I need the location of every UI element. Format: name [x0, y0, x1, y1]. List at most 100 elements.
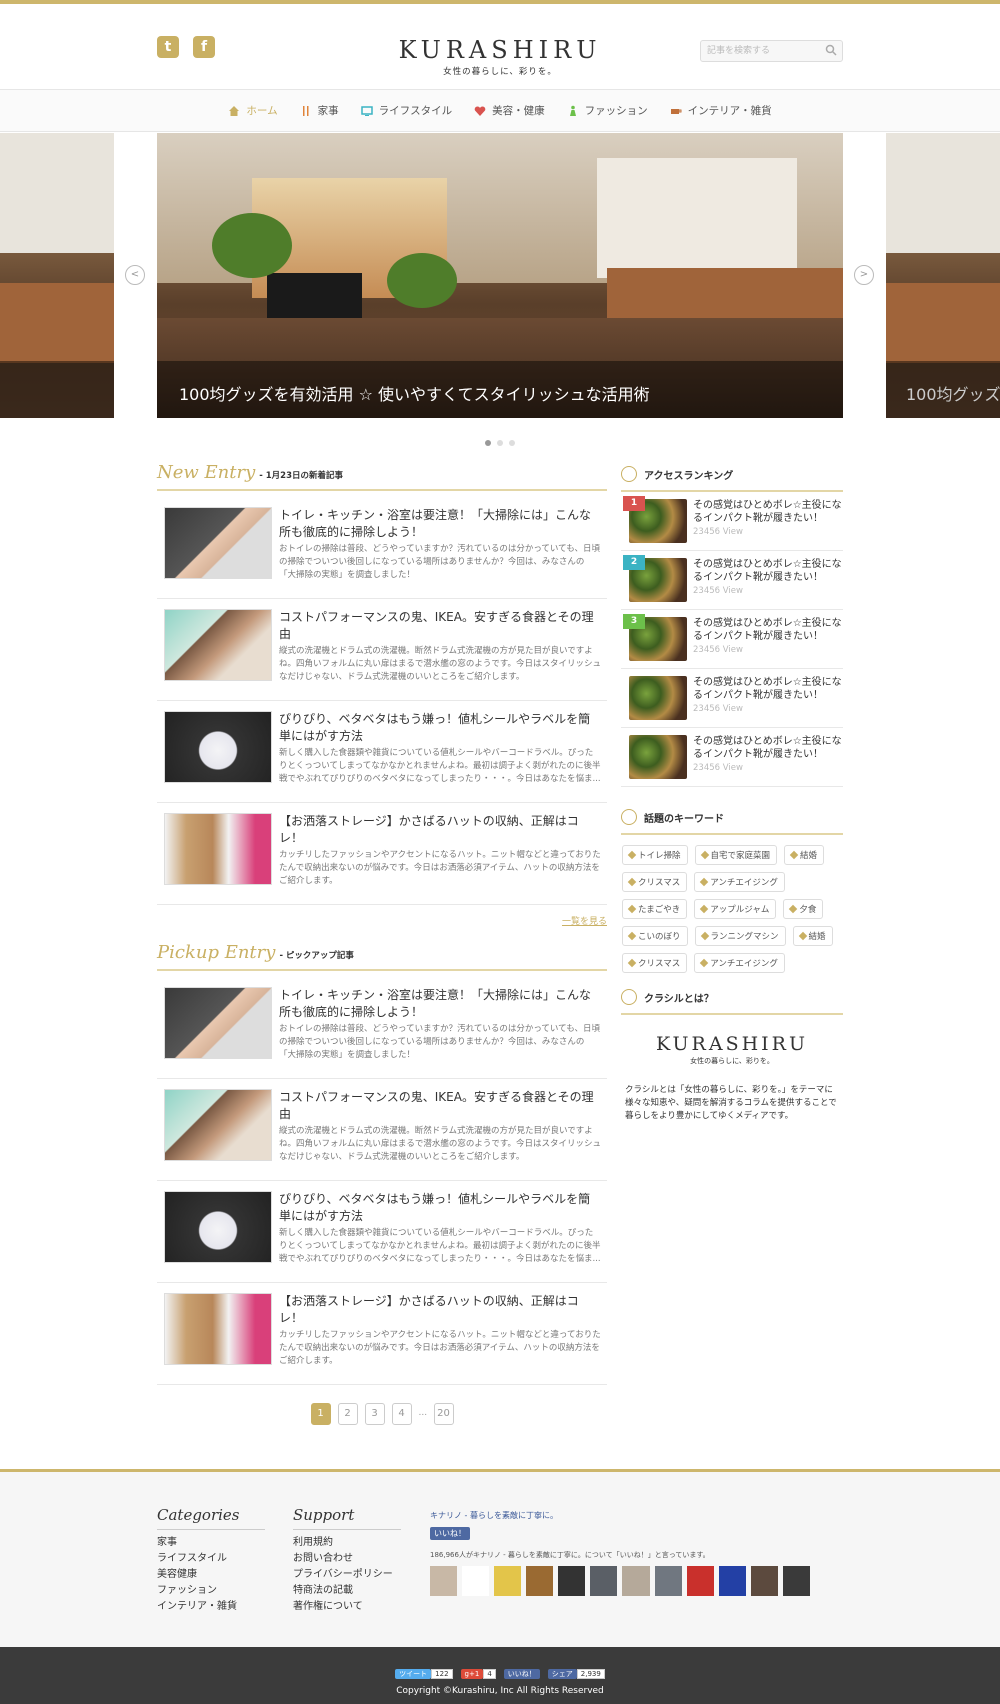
article-thumbnail[interactable] — [164, 711, 272, 783]
article-row[interactable]: トイレ・キッチン・浴室は要注意！「大掃除には」こんな所も徹底的に掃除しよう！ おト… — [157, 497, 607, 599]
article-row[interactable]: ぴりぴり、ベタベタはもう嫌っ！値札シールやラベルを簡単にはがす方法 新しく購入した… — [157, 1181, 607, 1283]
keyword-tag[interactable]: たまごやき — [622, 899, 688, 919]
slider-dot[interactable] — [497, 440, 503, 446]
avatar[interactable] — [750, 1566, 778, 1596]
keyword-tag[interactable]: こいのぼり — [622, 926, 688, 946]
keyword-tag[interactable]: クリスマス — [622, 953, 688, 973]
avatar[interactable] — [526, 1566, 554, 1596]
page-button[interactable]: 20 — [433, 1403, 454, 1425]
ranking-thumbnail[interactable] — [629, 735, 687, 779]
article-thumbnail[interactable] — [164, 609, 272, 681]
avatar[interactable] — [782, 1566, 810, 1596]
avatar[interactable] — [654, 1566, 682, 1596]
article-title[interactable]: コストパフォーマンスの鬼、IKEA。安すぎる食器とその理由 — [279, 1089, 601, 1123]
keyword-tag[interactable]: 自宅で家庭菜園 — [694, 845, 778, 865]
avatar[interactable] — [686, 1566, 714, 1596]
keyword-tag[interactable]: ランニングマシン — [694, 926, 786, 946]
article-thumbnail[interactable] — [164, 1293, 272, 1365]
ranking-thumbnail[interactable] — [629, 676, 687, 720]
tweet-button[interactable]: ツイート 122 — [395, 1661, 453, 1680]
keyword-tag[interactable]: 夕食 — [783, 899, 824, 919]
view-all-link[interactable]: 一覧を見る — [157, 914, 607, 927]
footer-link[interactable]: 美容健康 — [157, 1567, 265, 1583]
keyword-tag[interactable]: アンチエイジング — [694, 872, 785, 892]
ranking-title[interactable]: その感覚はひとめボレ☆主役になるインパクト靴が履きたい！ — [693, 676, 843, 702]
article-thumbnail[interactable] — [164, 1191, 272, 1263]
ranking-item[interactable]: その感覚はひとめボレ☆主役になるインパクト靴が履きたい！ 23456 View — [621, 669, 843, 728]
nav-item-housework[interactable]: 家事 — [300, 103, 339, 118]
ranking-item[interactable]: 2 その感覚はひとめボレ☆主役になるインパクト靴が履きたい！ 23456 View — [621, 551, 843, 610]
avatar[interactable] — [590, 1566, 618, 1596]
footer-link[interactable]: ライフスタイル — [157, 1551, 265, 1567]
article-title[interactable]: ぴりぴり、ベタベタはもう嫌っ！値札シールやラベルを簡単にはがす方法 — [279, 711, 601, 745]
footer-link[interactable]: 特商法の記載 — [293, 1583, 401, 1599]
article-thumbnail[interactable] — [164, 1089, 272, 1161]
article-thumbnail[interactable] — [164, 507, 272, 579]
keyword-tag[interactable]: クリスマス — [622, 872, 688, 892]
nav-item-beauty[interactable]: 美容・健康 — [474, 103, 545, 118]
article-row[interactable]: 【お洒落ストレージ】かさばるハットの収納、正解はコレ！ カッチリしたファッションや… — [157, 803, 607, 905]
footer-link[interactable]: お問い合わせ — [293, 1551, 401, 1567]
article-title[interactable]: コストパフォーマンスの鬼、IKEA。安すぎる食器とその理由 — [279, 609, 601, 643]
keyword-tag[interactable]: 結婚 — [792, 926, 833, 946]
keyword-tag[interactable]: 結婚 — [784, 845, 825, 865]
article-title[interactable]: 【お洒落ストレージ】かさばるハットの収納、正解はコレ！ — [279, 813, 601, 847]
fb-page-name[interactable]: キナリノ - 暮らしを素敵に丁寧に。 — [430, 1510, 810, 1521]
hero-slider[interactable]: 100均グッズを有効活用 ☆ 使いやすくてスタイリッシュな活用術 100均グッズ… — [0, 133, 1000, 418]
keyword-tag[interactable]: アンチエイジング — [694, 953, 785, 973]
avatar[interactable] — [494, 1566, 522, 1596]
nav-item-lifestyle[interactable]: ライフスタイル — [360, 103, 452, 118]
page-button[interactable]: 2 — [337, 1403, 358, 1425]
article-title[interactable]: トイレ・キッチン・浴室は要注意！「大掃除には」こんな所も徹底的に掃除しよう！ — [279, 507, 601, 541]
keyword-tag[interactable]: トイレ掃除 — [622, 845, 688, 865]
article-row[interactable]: コストパフォーマンスの鬼、IKEA。安すぎる食器とその理由 縦式の洗濯機とドラム式… — [157, 599, 607, 701]
article-row[interactable]: ぴりぴり、ベタベタはもう嫌っ！値札シールやラベルを簡単にはがす方法 新しく購入した… — [157, 701, 607, 803]
slide-next-image[interactable]: 100均グッズ — [886, 133, 1000, 418]
avatar[interactable] — [718, 1566, 746, 1596]
ranking-title[interactable]: その感覚はひとめボレ☆主役になるインパクト靴が履きたい！ — [693, 735, 843, 761]
keyword-tag[interactable]: アップルジャム — [694, 899, 777, 919]
site-logo[interactable]: KURASHIRU 女性の暮らしに、彩りを。 — [0, 36, 1000, 77]
search-input[interactable]: 記事を検索する — [700, 40, 843, 62]
page-button[interactable]: 1 — [310, 1403, 331, 1425]
ranking-title[interactable]: その感覚はひとめボレ☆主役になるインパクト靴が履きたい！ — [693, 499, 843, 525]
avatar[interactable] — [622, 1566, 650, 1596]
nav-item-home[interactable]: ホーム — [228, 103, 278, 118]
footer-link[interactable]: インテリア・雑貨 — [157, 1599, 265, 1615]
nav-item-fashion[interactable]: ファッション — [567, 103, 648, 118]
article-title[interactable]: 【お洒落ストレージ】かさばるハットの収納、正解はコレ！ — [279, 1293, 601, 1327]
footer-link[interactable]: 家事 — [157, 1535, 265, 1551]
footer-link[interactable]: 利用規約 — [293, 1535, 401, 1551]
ranking-title[interactable]: その感覚はひとめボレ☆主役になるインパクト靴が履きたい！ — [693, 558, 843, 584]
slider-prev-button[interactable]: < — [125, 265, 145, 285]
avatar[interactable] — [558, 1566, 586, 1596]
gplus-button[interactable]: g+1 4 — [460, 1661, 496, 1680]
avatar[interactable] — [430, 1566, 458, 1596]
article-row[interactable]: トイレ・キッチン・浴室は要注意！「大掃除には」こんな所も徹底的に掃除しよう！ おト… — [157, 977, 607, 1079]
article-title[interactable]: ぴりぴり、ベタベタはもう嫌っ！値札シールやラベルを簡単にはがす方法 — [279, 1191, 601, 1225]
footer-link[interactable]: 著作権について — [293, 1599, 401, 1615]
article-title[interactable]: トイレ・キッチン・浴室は要注意！「大掃除には」こんな所も徹底的に掃除しよう！ — [279, 987, 601, 1021]
fb-like-button[interactable]: いいね！ — [430, 1527, 470, 1540]
article-thumbnail[interactable] — [164, 987, 272, 1059]
footer-link[interactable]: ファッション — [157, 1583, 265, 1599]
footer-link[interactable]: プライバシーポリシー — [293, 1567, 401, 1583]
ranking-item[interactable]: その感覚はひとめボレ☆主役になるインパクト靴が履きたい！ 23456 View — [621, 728, 843, 787]
slide-image[interactable]: 100均グッズを有効活用 ☆ 使いやすくてスタイリッシュな活用術 — [157, 133, 843, 418]
article-row[interactable]: 【お洒落ストレージ】かさばるハットの収納、正解はコレ！ カッチリしたファッションや… — [157, 1283, 607, 1385]
page-button[interactable]: 4 — [391, 1403, 412, 1425]
slide-prev-image[interactable] — [0, 133, 114, 418]
ranking-item[interactable]: 1 その感覚はひとめボレ☆主役になるインパクト靴が履きたい！ 23456 View — [621, 492, 843, 551]
fb-share-button[interactable]: シェア 2,939 — [547, 1661, 605, 1680]
ranking-item[interactable]: 3 その感覚はひとめボレ☆主役になるインパクト靴が履きたい！ 23456 View — [621, 610, 843, 669]
nav-item-interior[interactable]: インテリア・雑貨 — [670, 103, 772, 118]
fb-like-share-button[interactable]: いいね！ — [503, 1661, 540, 1680]
slider-dot[interactable] — [485, 440, 491, 446]
search-icon[interactable] — [825, 44, 837, 56]
ranking-title[interactable]: その感覚はひとめボレ☆主役になるインパクト靴が履きたい！ — [693, 617, 843, 643]
slider-next-button[interactable]: > — [854, 265, 874, 285]
article-row[interactable]: コストパフォーマンスの鬼、IKEA。安すぎる食器とその理由 縦式の洗濯機とドラム式… — [157, 1079, 607, 1181]
article-thumbnail[interactable] — [164, 813, 272, 885]
slider-dot[interactable] — [509, 440, 515, 446]
page-button[interactable]: 3 — [364, 1403, 385, 1425]
